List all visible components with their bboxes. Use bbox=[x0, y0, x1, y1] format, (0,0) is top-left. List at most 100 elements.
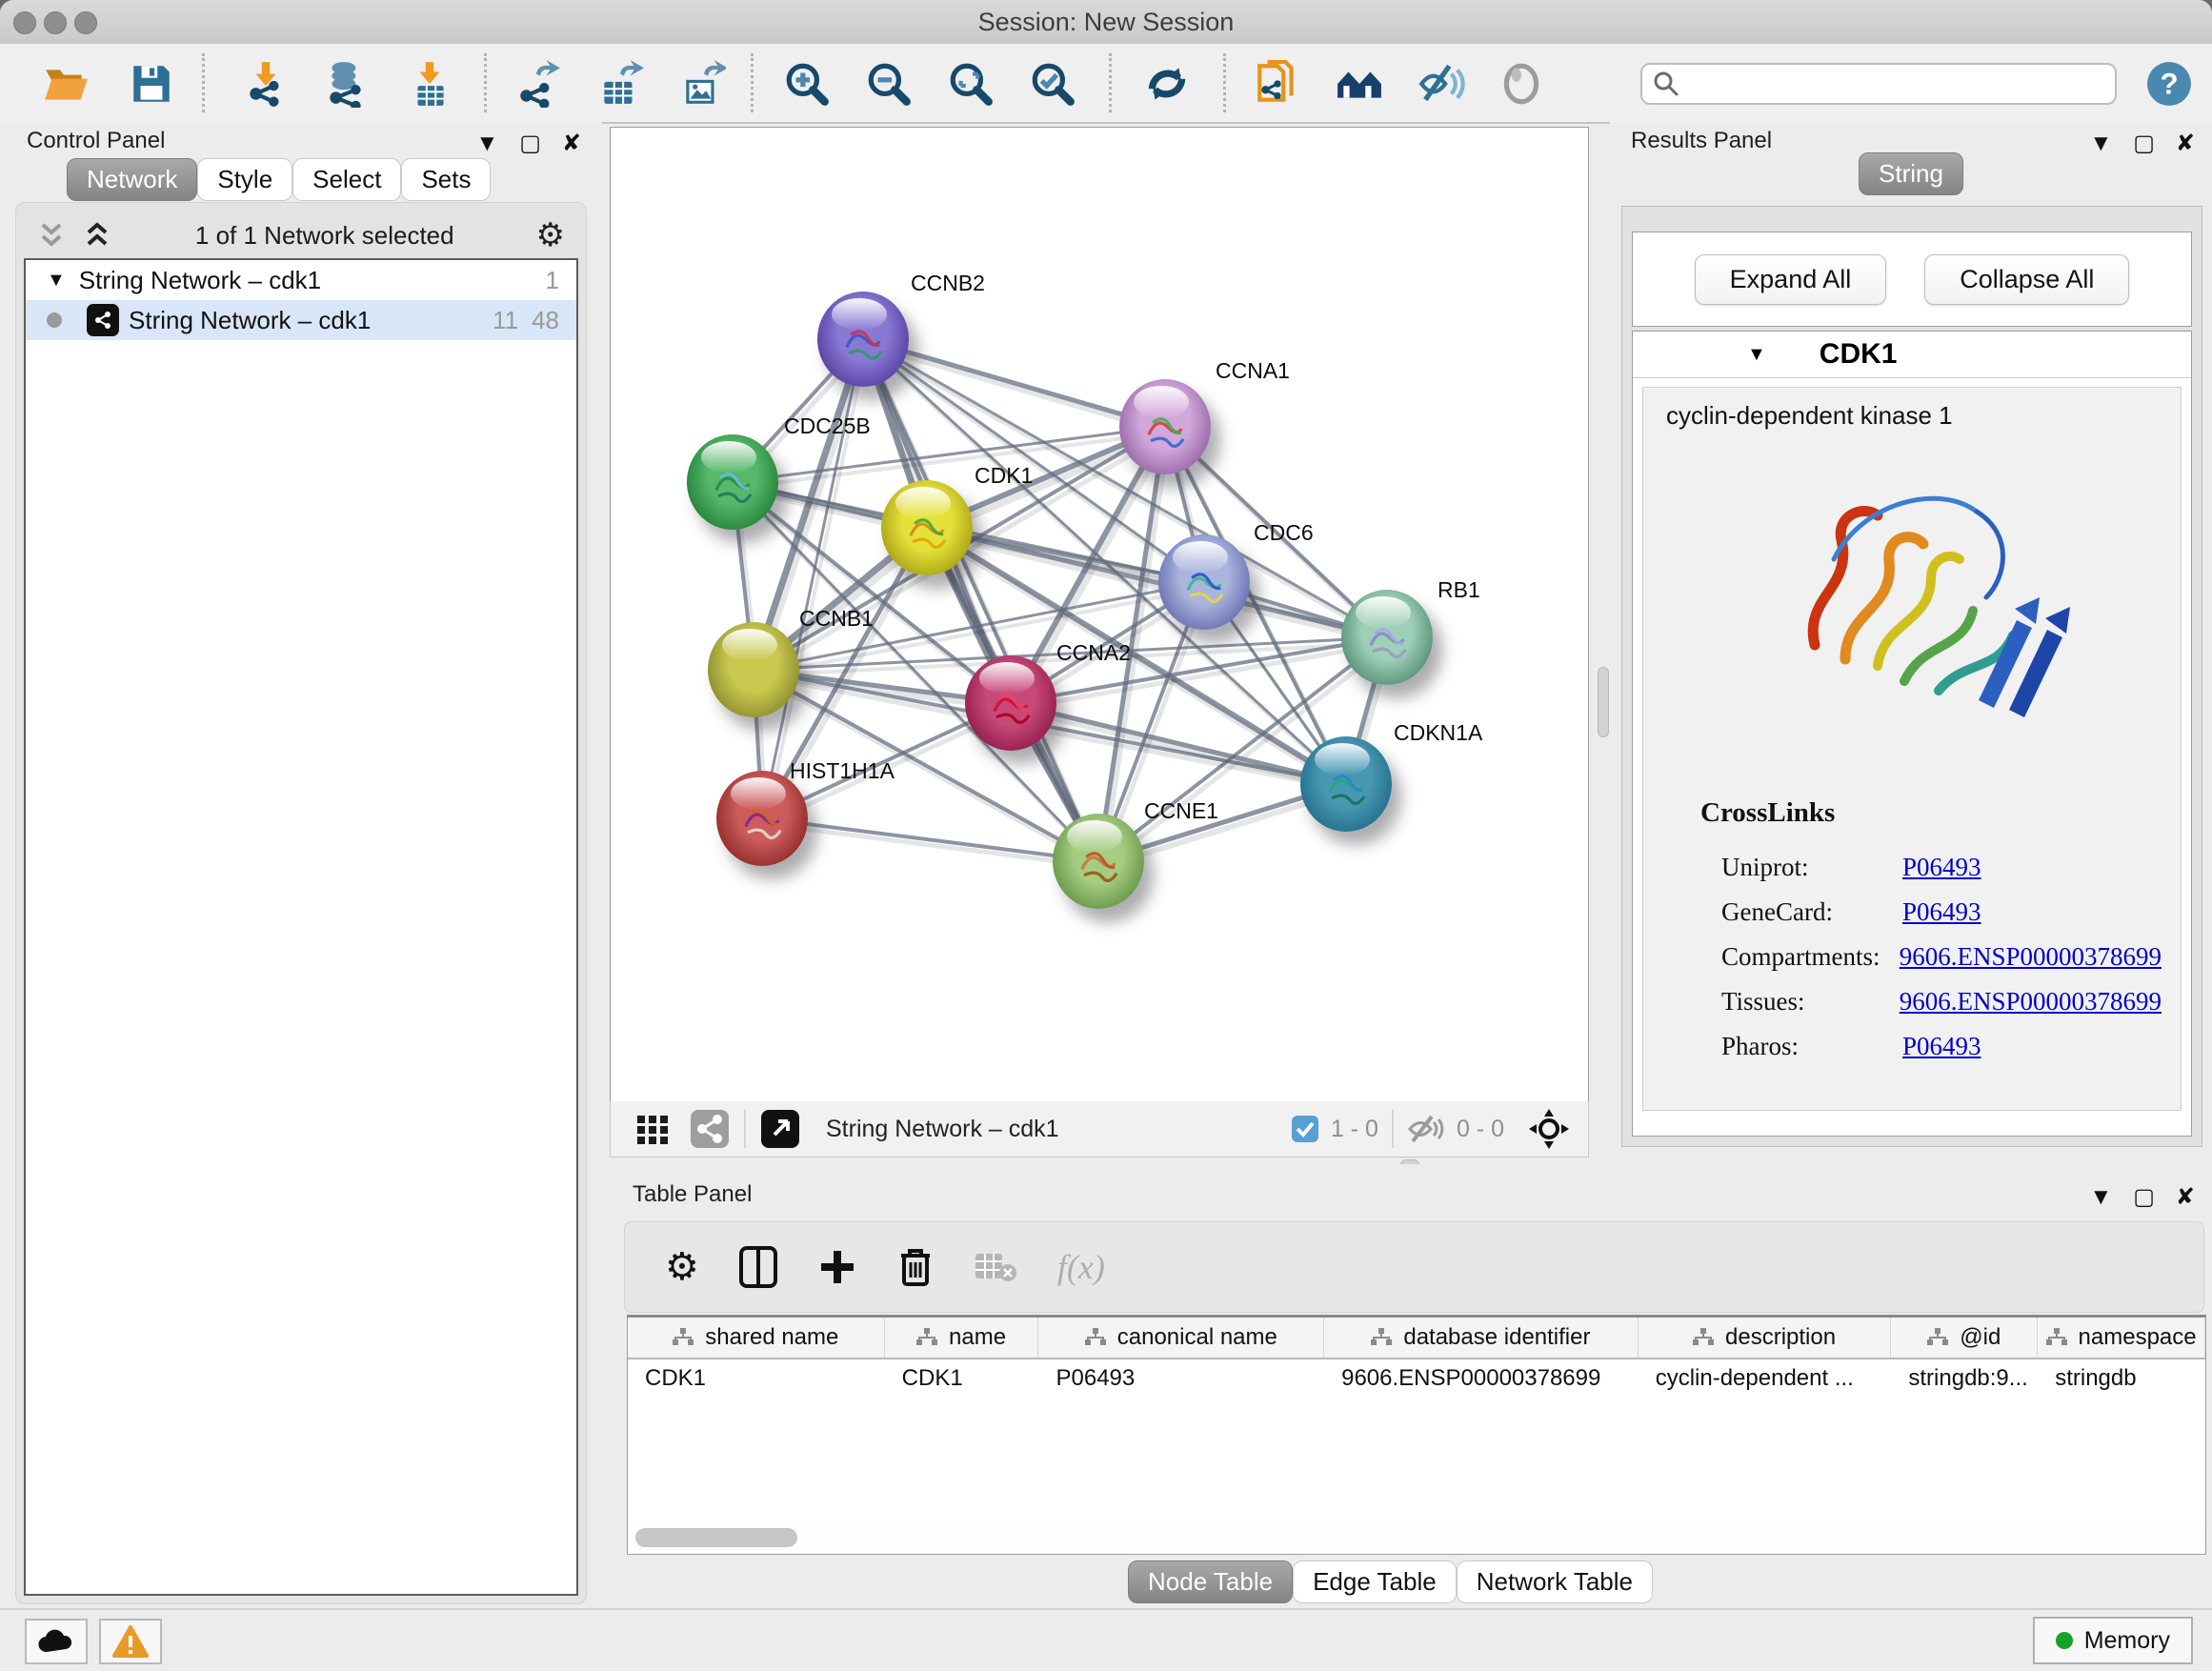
tab-select[interactable]: Select bbox=[292, 158, 401, 201]
column-type-icon bbox=[1927, 1328, 1948, 1347]
tab-network[interactable]: Network bbox=[67, 158, 197, 201]
crosslink-label: Uniprot: bbox=[1721, 853, 1902, 882]
search-field bbox=[1640, 63, 2117, 105]
zoom-selected-icon[interactable] bbox=[1029, 60, 1076, 108]
maximize-panel-icon[interactable]: ▢ bbox=[2133, 1183, 2155, 1211]
network-canvas[interactable]: CCNB2CCNA1CDC25BCDK1CDC6RB1CCNB1CCNA2CDK… bbox=[610, 127, 1589, 1103]
show-panel-icon[interactable] bbox=[1498, 60, 1545, 108]
float-panel-icon[interactable]: ▼ bbox=[475, 131, 498, 157]
column-header-shared-name[interactable]: shared name bbox=[628, 1318, 885, 1358]
float-panel-icon[interactable]: ▼ bbox=[2089, 1184, 2112, 1211]
table-cell[interactable]: 9606.ENSP00000378699 bbox=[1324, 1359, 1639, 1398]
network-row[interactable]: String Network – cdk1 11 48 bbox=[26, 300, 576, 340]
crosslink-link[interactable]: 9606.ENSP00000378699 bbox=[1900, 942, 2162, 972]
network-node-CCNA1[interactable] bbox=[1119, 379, 1211, 474]
node-structure-thumbnail bbox=[704, 455, 761, 513]
save-session-icon[interactable] bbox=[128, 60, 175, 108]
fit-crosshair-icon[interactable] bbox=[1527, 1107, 1571, 1151]
publication-share-icon[interactable] bbox=[1254, 60, 1301, 108]
table-cell[interactable]: stringdb:9... bbox=[1891, 1359, 2038, 1398]
export-image-icon[interactable] bbox=[678, 60, 726, 108]
network-node-CDKN1A[interactable] bbox=[1300, 736, 1392, 832]
warnings-button[interactable] bbox=[99, 1619, 162, 1664]
import-network-database-icon[interactable] bbox=[322, 60, 370, 108]
tab-string[interactable]: String bbox=[1859, 152, 1963, 195]
float-panel-icon[interactable]: ▼ bbox=[2089, 131, 2112, 157]
column-header-canonical-name[interactable]: canonical name bbox=[1038, 1318, 1324, 1358]
birds-eye-view-icon[interactable] bbox=[759, 1108, 801, 1150]
table-cell[interactable]: CDK1 bbox=[628, 1359, 885, 1398]
table-cell[interactable]: stringdb bbox=[2038, 1359, 2205, 1398]
network-node-HIST1H1A[interactable] bbox=[716, 771, 808, 866]
close-panel-icon[interactable]: ✘ bbox=[2176, 130, 2195, 157]
import-table-icon[interactable] bbox=[406, 60, 453, 108]
column-header-namespace[interactable]: namespace bbox=[2038, 1318, 2205, 1358]
close-panel-icon[interactable]: ✘ bbox=[562, 130, 581, 157]
cybrowser-home-icon[interactable] bbox=[1336, 60, 1383, 108]
zoom-out-icon[interactable] bbox=[865, 60, 913, 108]
tab-node-table[interactable]: Node Table bbox=[1128, 1560, 1293, 1603]
column-header-database-identifier[interactable]: database identifier bbox=[1324, 1318, 1639, 1358]
node-label: CDK1 bbox=[975, 463, 1033, 489]
network-collection-row[interactable]: ▼ String Network – cdk1 1 bbox=[26, 260, 576, 300]
toolbar-separator bbox=[751, 53, 754, 112]
column-header-@id[interactable]: @id bbox=[1891, 1318, 2038, 1358]
table-options-gear-icon[interactable]: ⚙ bbox=[665, 1245, 699, 1289]
open-session-icon[interactable] bbox=[42, 60, 90, 108]
network-node-CDC25B[interactable] bbox=[687, 434, 778, 530]
search-input[interactable] bbox=[1680, 70, 2115, 98]
show-columns-icon[interactable] bbox=[739, 1246, 777, 1288]
network-edge[interactable] bbox=[762, 818, 1098, 861]
table-cell[interactable]: P06493 bbox=[1038, 1359, 1324, 1398]
network-node-CCNB1[interactable] bbox=[708, 622, 799, 717]
table-horizontal-scrollbar[interactable] bbox=[630, 1525, 2203, 1550]
entry-expander-icon[interactable]: ▼ bbox=[1747, 344, 1766, 366]
grid-view-icon[interactable] bbox=[633, 1110, 672, 1148]
expand-all-icon[interactable] bbox=[81, 221, 113, 250]
memory-button[interactable]: Memory bbox=[2033, 1617, 2193, 1664]
hide-panel-icon[interactable] bbox=[1418, 60, 1465, 108]
zoom-in-icon[interactable] bbox=[783, 60, 831, 108]
tab-edge-table[interactable]: Edge Table bbox=[1293, 1560, 1457, 1603]
table-cell[interactable]: CDK1 bbox=[885, 1359, 1039, 1398]
collection-expander-icon[interactable]: ▼ bbox=[47, 270, 66, 292]
tab-style[interactable]: Style bbox=[197, 158, 292, 201]
network-node-CCNE1[interactable] bbox=[1053, 814, 1144, 909]
crosslink-link[interactable]: 9606.ENSP00000378699 bbox=[1900, 987, 2162, 1017]
collapse-all-icon[interactable] bbox=[35, 221, 68, 250]
network-node-CCNB2[interactable] bbox=[817, 292, 909, 387]
maximize-panel-icon[interactable]: ▢ bbox=[2133, 130, 2155, 157]
expand-all-button[interactable]: Expand All bbox=[1695, 254, 1887, 305]
share-view-icon[interactable] bbox=[689, 1108, 731, 1150]
add-column-icon[interactable] bbox=[817, 1247, 857, 1287]
export-table-icon[interactable] bbox=[596, 60, 644, 108]
network-view-title: String Network – cdk1 bbox=[826, 1116, 1059, 1143]
crosslink-link[interactable]: P06493 bbox=[1902, 853, 1981, 882]
column-header-description[interactable]: description bbox=[1639, 1318, 1892, 1358]
refresh-icon[interactable] bbox=[1143, 60, 1191, 108]
column-header-name[interactable]: name bbox=[885, 1318, 1039, 1358]
help-icon[interactable]: ? bbox=[2145, 60, 2193, 108]
maximize-panel-icon[interactable]: ▢ bbox=[519, 130, 541, 157]
tab-sets[interactable]: Sets bbox=[401, 158, 491, 201]
table-cell[interactable]: cyclin-dependent ... bbox=[1639, 1359, 1892, 1398]
cloud-button[interactable] bbox=[25, 1619, 88, 1664]
delete-column-icon[interactable] bbox=[897, 1246, 934, 1288]
export-network-icon[interactable] bbox=[514, 60, 562, 108]
network-node-CDC6[interactable] bbox=[1158, 534, 1250, 630]
selected-checkbox-icon[interactable] bbox=[1291, 1115, 1319, 1143]
close-panel-icon[interactable]: ✘ bbox=[2176, 1183, 2195, 1211]
network-node-RB1[interactable] bbox=[1341, 590, 1433, 685]
network-node-CDK1[interactable] bbox=[881, 480, 973, 575]
zoom-fit-icon[interactable] bbox=[947, 60, 995, 108]
vertical-splitter-handle[interactable] bbox=[1598, 667, 1609, 737]
crosslink-link[interactable]: P06493 bbox=[1902, 897, 1981, 927]
table-row[interactable]: CDK1CDK1P064939606.ENSP00000378699cyclin… bbox=[628, 1359, 2205, 1398]
scrollbar-thumb[interactable] bbox=[635, 1528, 797, 1547]
collapse-all-button[interactable]: Collapse All bbox=[1924, 254, 2129, 305]
tab-network-table[interactable]: Network Table bbox=[1457, 1560, 1653, 1603]
network-options-gear-icon[interactable]: ⚙ bbox=[536, 216, 565, 254]
crosslink-link[interactable]: P06493 bbox=[1902, 1032, 1981, 1061]
network-node-CCNA2[interactable] bbox=[965, 655, 1056, 751]
import-network-file-icon[interactable] bbox=[242, 60, 290, 108]
